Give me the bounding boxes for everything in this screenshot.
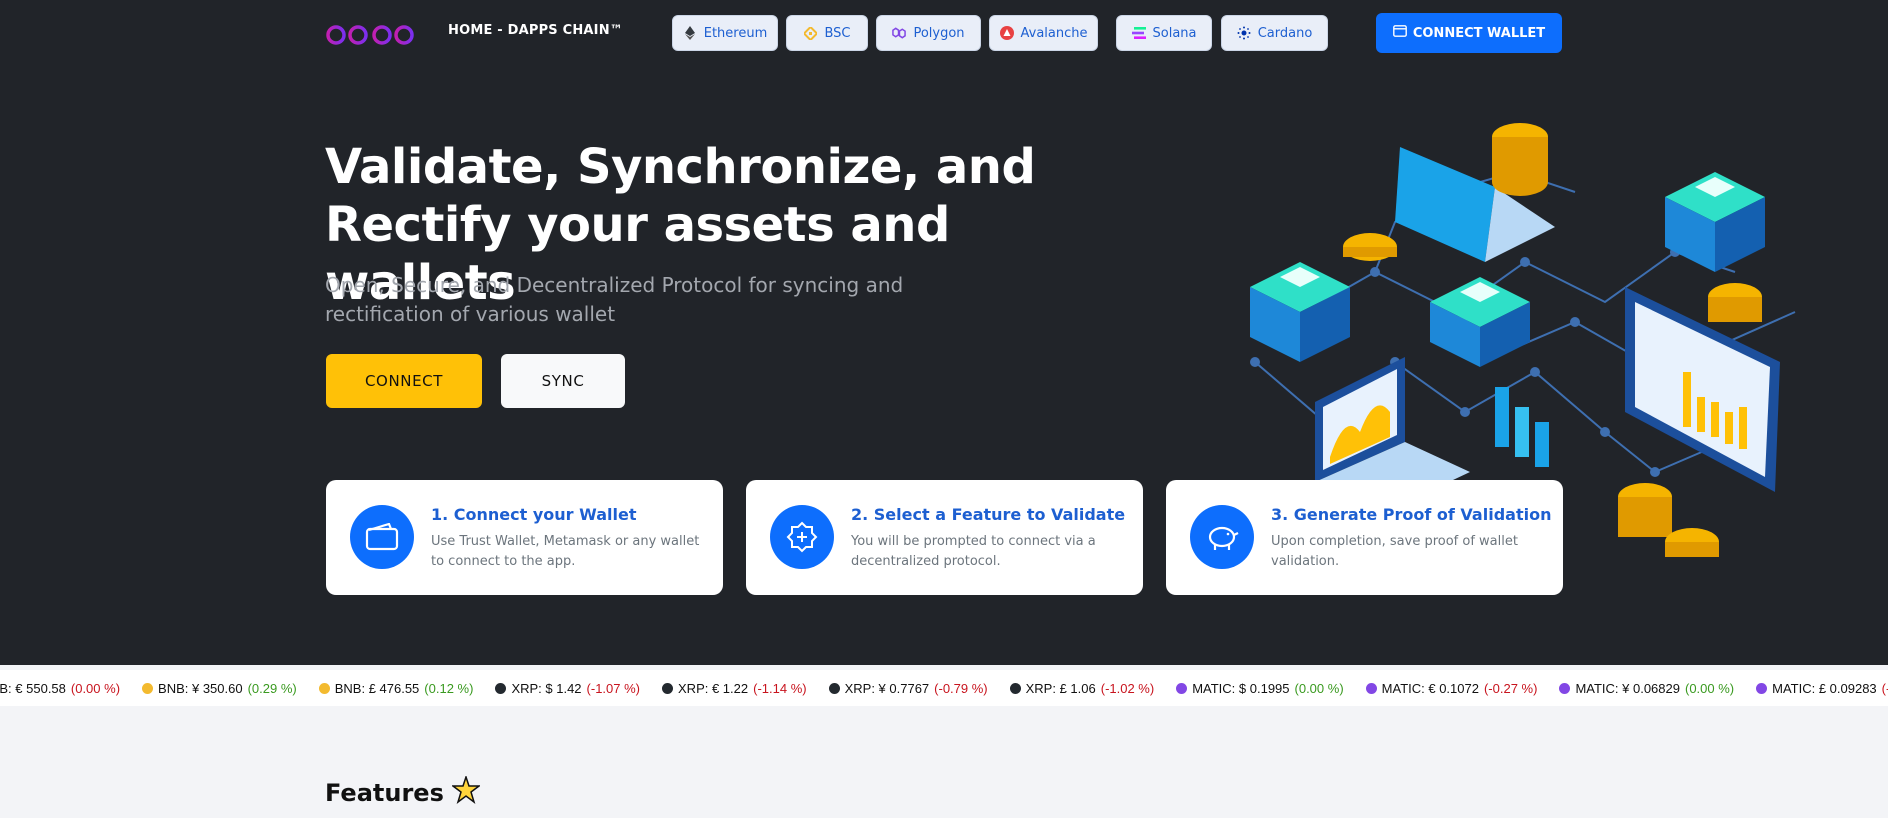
step-card-connect: 1. Connect your Wallet Use Trust Wallet,… — [326, 480, 723, 595]
chain-tab-avalanche[interactable]: Avalanche — [989, 15, 1098, 51]
ticker-price: BNB: £ 476.55 — [334, 680, 420, 696]
chain-tab-label: BSC — [824, 25, 851, 41]
price-ticker-track: NB: € 550.58(0.00 %)BNB: ¥ 350.60(0.29 %… — [0, 670, 1888, 706]
features-heading: Features — [325, 774, 482, 810]
avalanche-icon — [999, 26, 1014, 40]
solana-icon — [1131, 26, 1146, 40]
connect-wallet-button[interactable]: CONNECT WALLET — [1376, 13, 1562, 53]
ticker-item: XRP: € 1.22 (-1.14 %) — [662, 681, 807, 696]
ticker-change: (0.00 %) — [1294, 680, 1344, 696]
coin-icon — [318, 682, 330, 694]
ticker-change: (-0.27 %) — [1483, 680, 1538, 696]
ticker-change: (0.00 %) — [1684, 680, 1735, 696]
step-card-select-feature: 2. Select a Feature to Validate You will… — [746, 480, 1143, 595]
ticker-price: XRP: $ 1.42 — [511, 680, 582, 696]
bsc-icon — [803, 26, 817, 40]
ticker-item: BNB: ¥ 350.60 (0.29 %) — [142, 681, 297, 696]
step-title: 1. Connect your Wallet — [431, 505, 637, 524]
chain-tab-bsc[interactable]: BSC — [786, 15, 868, 51]
ticker-price: XRP: ¥ 0.7767 — [844, 680, 930, 696]
coin-icon — [495, 682, 507, 694]
coin-icon — [1559, 682, 1571, 694]
ticker-price: MATIC: € 0.1072 — [1381, 680, 1479, 696]
ticker-change: (-1.07 %) — [586, 680, 641, 696]
connect-button[interactable]: CONNECT — [326, 354, 482, 408]
coin-icon — [662, 682, 674, 694]
ethereum-icon — [683, 26, 697, 40]
ticker-item: XRP: ¥ 0.7767 (-0.79 %) — [828, 680, 988, 696]
coin-icon — [142, 682, 154, 694]
nav-home-link[interactable]: HOME - DAPPS CHAIN™ — [448, 23, 623, 38]
chain-tab-ethereum[interactable]: Ethereum — [672, 15, 778, 51]
ticker-change: (-0.19 %) — [1881, 680, 1888, 696]
chain-tab-label: Polygon — [913, 25, 965, 41]
step-title: 3. Generate Proof of Validation — [1271, 505, 1552, 524]
coin-icon — [1365, 682, 1377, 694]
ticker-change: (-1.02 %) — [1100, 680, 1155, 696]
hero-headline-line-1: Validate, Synchronize, and — [325, 139, 1036, 195]
piggy-bank-icon — [1190, 505, 1254, 569]
chain-tab-label: Cardano — [1257, 25, 1313, 41]
step-description: Upon completion, save proof of wallet va… — [1271, 534, 1518, 569]
ticker-price: BNB: ¥ 350.60 — [158, 680, 243, 696]
chain-tab-solana[interactable]: Solana — [1116, 15, 1212, 51]
connect-wallet-label: CONNECT WALLET — [1412, 25, 1546, 41]
step-description: You will be prompted to connect via a de… — [851, 534, 1096, 569]
wallet-icon — [1392, 25, 1407, 41]
chain-tab-label: Ethereum — [703, 25, 768, 41]
ticker-price: MATIC: $ 0.1995 — [1192, 680, 1290, 696]
coin-icon — [1176, 682, 1188, 694]
ticker-change: (0.12 %) — [424, 680, 474, 696]
ticker-price: XRP: £ 1.06 — [1025, 680, 1096, 696]
coin-icon — [828, 682, 840, 694]
chain-tab-polygon[interactable]: Polygon — [876, 15, 981, 51]
step-description: Use Trust Wallet, Metamask or any wallet… — [431, 534, 700, 569]
sparkle-icon — [450, 774, 482, 810]
coin-icon — [1756, 682, 1768, 694]
chain-tab-label: Avalanche — [1020, 25, 1088, 41]
ticker-item: XRP: $ 1.42 (-1.07 %) — [495, 681, 640, 696]
hero-subline: Open, Secure, and Decentralized Protocol… — [325, 273, 904, 326]
ticker-change: (-0.79 %) — [934, 680, 988, 696]
step-title: 2. Select a Feature to Validate — [851, 505, 1126, 524]
ticker-item: NB: € 550.58(0.00 %) — [0, 681, 120, 696]
chain-tab-cardano[interactable]: Cardano — [1221, 15, 1328, 51]
ticker-price: NB: € 550.58 — [0, 680, 66, 696]
ticker-item: MATIC: $ 0.1995 (0.00 %) — [1176, 680, 1344, 696]
ticker-item: XRP: £ 1.06 (-1.02 %) — [1009, 680, 1155, 696]
ticker-change: (0.29 %) — [247, 680, 297, 696]
ticker-change: (-1.14 %) — [753, 680, 807, 696]
step-card-generate-proof: 3. Generate Proof of Validation Upon com… — [1166, 480, 1563, 595]
wallet-icon — [350, 505, 414, 569]
features-title: Features — [325, 779, 444, 807]
sync-button[interactable]: SYNC — [501, 354, 625, 408]
price-ticker: NB: € 550.58(0.00 %)BNB: ¥ 350.60(0.29 %… — [0, 670, 1888, 706]
cardano-icon — [1237, 26, 1251, 40]
ticker-item: MATIC: ¥ 0.06829 (0.00 %) — [1559, 681, 1734, 696]
ticker-price: MATIC: ¥ 0.06829 — [1575, 680, 1680, 696]
ticker-item: MATIC: £ 0.09283 (-0.19 %) — [1756, 681, 1888, 696]
ticker-price: MATIC: £ 0.09283 — [1772, 680, 1877, 696]
ticker-change: (0.00 %) — [70, 680, 121, 696]
ticker-item: BNB: £ 476.55 (0.12 %) — [318, 680, 474, 696]
chain-tab-label: Solana — [1152, 25, 1197, 41]
feature-icon — [770, 505, 834, 569]
ticker-price: XRP: € 1.22 — [678, 680, 749, 696]
dapp-logo[interactable] — [325, 10, 417, 54]
ticker-item: MATIC: € 0.1072 (-0.27 %) — [1365, 680, 1538, 696]
coin-icon — [1009, 682, 1021, 694]
polygon-icon — [892, 26, 907, 40]
